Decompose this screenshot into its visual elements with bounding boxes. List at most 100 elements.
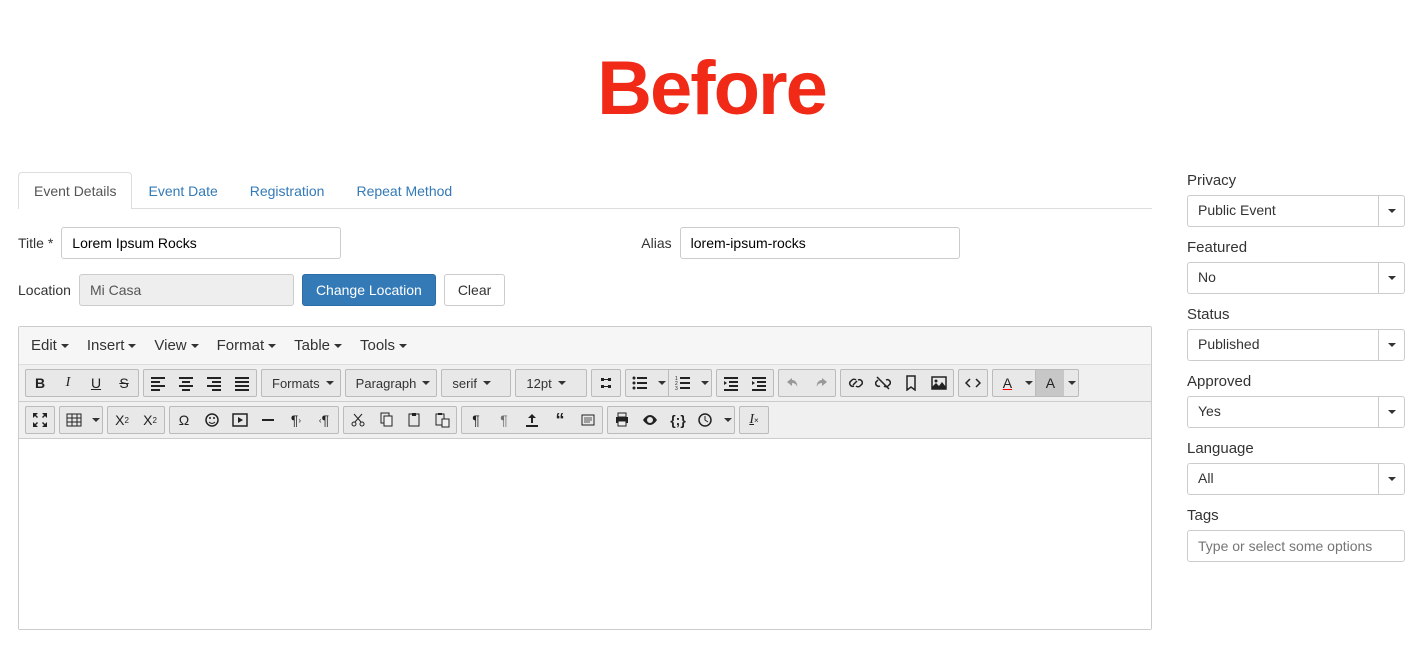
align-right-icon[interactable] <box>200 370 228 396</box>
approved-select[interactable]: Yes <box>1187 396 1405 428</box>
fullscreen-icon[interactable] <box>26 407 54 433</box>
menu-edit[interactable]: Edit <box>31 337 69 354</box>
textcolor-caret-icon[interactable] <box>1021 370 1035 396</box>
heading-before: Before <box>0 45 1423 132</box>
sourcecode-icon[interactable] <box>959 370 987 396</box>
bgcolor-caret-icon[interactable] <box>1064 370 1078 396</box>
tab-registration[interactable]: Registration <box>234 172 341 209</box>
preview-icon[interactable] <box>636 407 664 433</box>
caret-icon <box>1378 196 1404 226</box>
find-replace-icon[interactable] <box>592 370 620 396</box>
clear-location-button[interactable]: Clear <box>444 274 505 306</box>
link-icon[interactable] <box>841 370 869 396</box>
title-label: Title * <box>18 235 53 251</box>
align-center-icon[interactable] <box>172 370 200 396</box>
align-justify-icon[interactable] <box>228 370 256 396</box>
indent-icon[interactable] <box>745 370 773 396</box>
tabs: Event Details Event Date Registration Re… <box>18 172 1152 209</box>
bold-icon[interactable]: B <box>26 370 54 396</box>
align-left-icon[interactable] <box>144 370 172 396</box>
caret-icon <box>326 381 334 385</box>
caret-icon <box>422 381 430 385</box>
caret-icon <box>334 344 342 348</box>
alias-label: Alias <box>641 235 671 251</box>
table-caret-icon[interactable] <box>88 407 102 433</box>
caret-icon <box>128 344 136 348</box>
subscript-icon[interactable]: X2 <box>108 407 136 433</box>
bullet-list-caret-icon[interactable] <box>654 370 668 396</box>
featured-label: Featured <box>1187 239 1405 256</box>
fontsize-select[interactable]: 12pt <box>516 370 586 396</box>
caret-icon <box>61 344 69 348</box>
tab-repeat-method[interactable]: Repeat Method <box>340 172 468 209</box>
svg-text:3: 3 <box>675 386 678 391</box>
upload-icon[interactable] <box>518 407 546 433</box>
nbsp-icon[interactable] <box>574 407 602 433</box>
title-input[interactable] <box>61 227 341 259</box>
bgcolor-icon[interactable]: A <box>1036 370 1064 396</box>
underline-icon[interactable]: U <box>82 370 110 396</box>
textcolor-icon[interactable]: A <box>993 370 1021 396</box>
tags-label: Tags <box>1187 507 1405 524</box>
alias-input[interactable] <box>680 227 960 259</box>
undo-icon[interactable] <box>779 370 807 396</box>
unlink-icon[interactable] <box>869 370 897 396</box>
menu-format[interactable]: Format <box>217 337 277 354</box>
emoticon-icon[interactable] <box>198 407 226 433</box>
blockquote-icon[interactable]: “ <box>546 407 574 433</box>
tab-event-details[interactable]: Event Details <box>18 172 132 209</box>
menu-view[interactable]: View <box>154 337 198 354</box>
tab-event-date[interactable]: Event Date <box>132 172 233 209</box>
specialchar-icon[interactable]: Ω <box>170 407 198 433</box>
outdent-icon[interactable] <box>717 370 745 396</box>
redo-icon[interactable] <box>807 370 835 396</box>
paragraph-select[interactable]: Paragraph <box>346 370 437 396</box>
editor-toolbar-row-2: X2 X2 Ω ¶› ‹¶ ¶ ¶ “ {;} <box>19 402 1151 439</box>
caret-icon <box>483 381 491 385</box>
menu-insert[interactable]: Insert <box>87 337 137 354</box>
language-select[interactable]: All <box>1187 463 1405 495</box>
bullet-list-icon[interactable] <box>626 370 654 396</box>
tags-input[interactable] <box>1187 530 1405 562</box>
numbered-list-caret-icon[interactable] <box>697 370 711 396</box>
ltr-icon[interactable]: ¶› <box>282 407 310 433</box>
copy-icon[interactable] <box>372 407 400 433</box>
formats-select[interactable]: Formats <box>262 370 340 396</box>
print-icon[interactable] <box>608 407 636 433</box>
italic-icon[interactable]: I <box>54 370 82 396</box>
rtl-icon[interactable]: ‹¶ <box>310 407 338 433</box>
hr-icon[interactable] <box>254 407 282 433</box>
show-blocks-icon[interactable]: ¶ <box>462 407 490 433</box>
cut-icon[interactable] <box>344 407 372 433</box>
editor-menubar: Edit Insert View Format Table Tools <box>19 327 1151 365</box>
editor-content-area[interactable] <box>19 439 1151 629</box>
fontfamily-select[interactable]: serif <box>442 370 510 396</box>
image-icon[interactable] <box>925 370 953 396</box>
menu-tools[interactable]: Tools <box>360 337 407 354</box>
caret-icon <box>268 344 276 348</box>
change-location-button[interactable]: Change Location <box>302 274 436 306</box>
numbered-list-icon[interactable]: 123 <box>669 370 697 396</box>
bookmark-icon[interactable] <box>897 370 925 396</box>
status-select[interactable]: Published <box>1187 329 1405 361</box>
show-invisibles-icon[interactable]: ¶ <box>490 407 518 433</box>
media-icon[interactable] <box>226 407 254 433</box>
clear-formatting-icon[interactable]: I× <box>740 407 768 433</box>
superscript-icon[interactable]: X2 <box>136 407 164 433</box>
paste-icon[interactable] <box>400 407 428 433</box>
caret-icon <box>558 381 566 385</box>
featured-select[interactable]: No <box>1187 262 1405 294</box>
paste-text-icon[interactable] <box>428 407 456 433</box>
codesample-icon[interactable]: {;} <box>664 407 692 433</box>
caret-icon <box>191 344 199 348</box>
editor-toolbar-row-1: B I U S Formats Paragraph serif 12pt 123 <box>19 365 1151 402</box>
strikethrough-icon[interactable]: S <box>110 370 138 396</box>
menu-table[interactable]: Table <box>294 337 342 354</box>
table-icon[interactable] <box>60 407 88 433</box>
datetime-icon[interactable] <box>692 407 720 433</box>
caret-icon <box>1378 330 1404 360</box>
privacy-select[interactable]: Public Event <box>1187 195 1405 227</box>
datetime-caret-icon[interactable] <box>720 407 734 433</box>
privacy-label: Privacy <box>1187 172 1405 189</box>
language-label: Language <box>1187 440 1405 457</box>
